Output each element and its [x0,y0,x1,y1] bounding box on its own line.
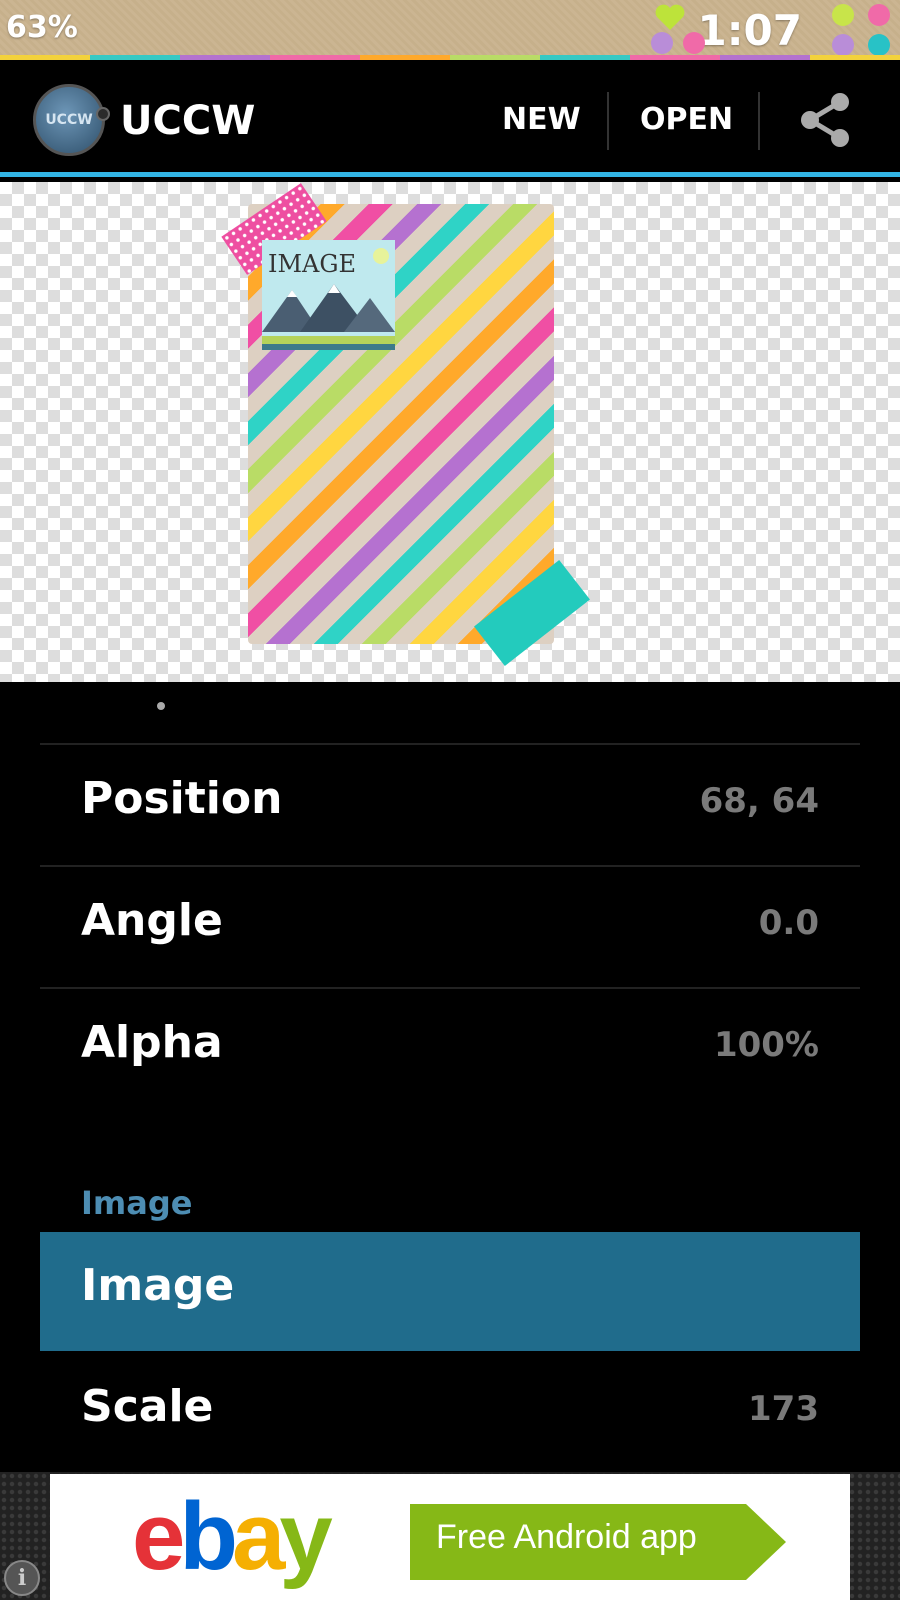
app-title: UCCW [120,98,256,144]
info-icon[interactable]: i [4,1560,40,1596]
ebay-logo: ebay [132,1483,333,1590]
ebay-ad-banner[interactable]: ebay Free Android app [50,1474,850,1600]
property-label: Position [81,773,283,824]
widget-preview-canvas[interactable]: IMAGE [0,182,900,682]
decor-dot [868,4,890,26]
property-row-alpha[interactable]: Alpha 100% [40,989,860,1107]
decor-dot [832,34,854,56]
battery-level: 63% [6,10,78,45]
status-bar: 63% 1:07 [0,0,900,60]
property-row-position[interactable]: Position 68, 64 [40,745,860,863]
action-divider [758,92,760,150]
app-logo-text: UCCW [45,112,93,128]
open-button[interactable]: OPEN [640,102,733,137]
action-bar-accent-line [0,172,900,177]
image-thumbnail[interactable]: IMAGE [262,240,395,350]
sun-icon [373,248,389,264]
heart-icon [655,4,685,30]
action-divider [607,92,609,150]
property-value: 68, 64 [699,781,819,821]
decor-dot [651,32,673,54]
property-label: Scale [81,1381,214,1432]
property-value: 100% [713,1025,819,1065]
free-android-app-button[interactable]: Free Android app [410,1504,786,1580]
section-header-image: Image [81,1184,193,1222]
property-value: 0.0 [758,903,819,943]
logo-knob [96,107,110,121]
mountain-icon [262,284,395,332]
property-label: Alpha [81,1017,223,1068]
property-label: Angle [81,895,223,946]
property-value: 173 [748,1389,819,1429]
property-label: Image [81,1260,235,1311]
property-row-image[interactable]: Image [40,1232,860,1351]
action-bar: UCCW UCCW NEW OPEN [0,60,900,177]
decor-dot [832,4,854,26]
property-row-angle[interactable]: Angle 0.0 [40,867,860,985]
decor-dot [868,34,890,56]
ground [262,344,395,350]
scroll-indicator [157,702,165,710]
share-icon[interactable] [796,90,856,150]
new-button[interactable]: NEW [502,102,581,137]
app-logo[interactable]: UCCW [33,84,110,156]
clock: 1:07 [697,6,802,55]
decor-dot [683,32,705,54]
ad-cta-text: Free Android app [436,1518,697,1556]
image-thumbnail-label: IMAGE [268,250,357,278]
property-row-scale[interactable]: Scale 173 [40,1353,860,1471]
